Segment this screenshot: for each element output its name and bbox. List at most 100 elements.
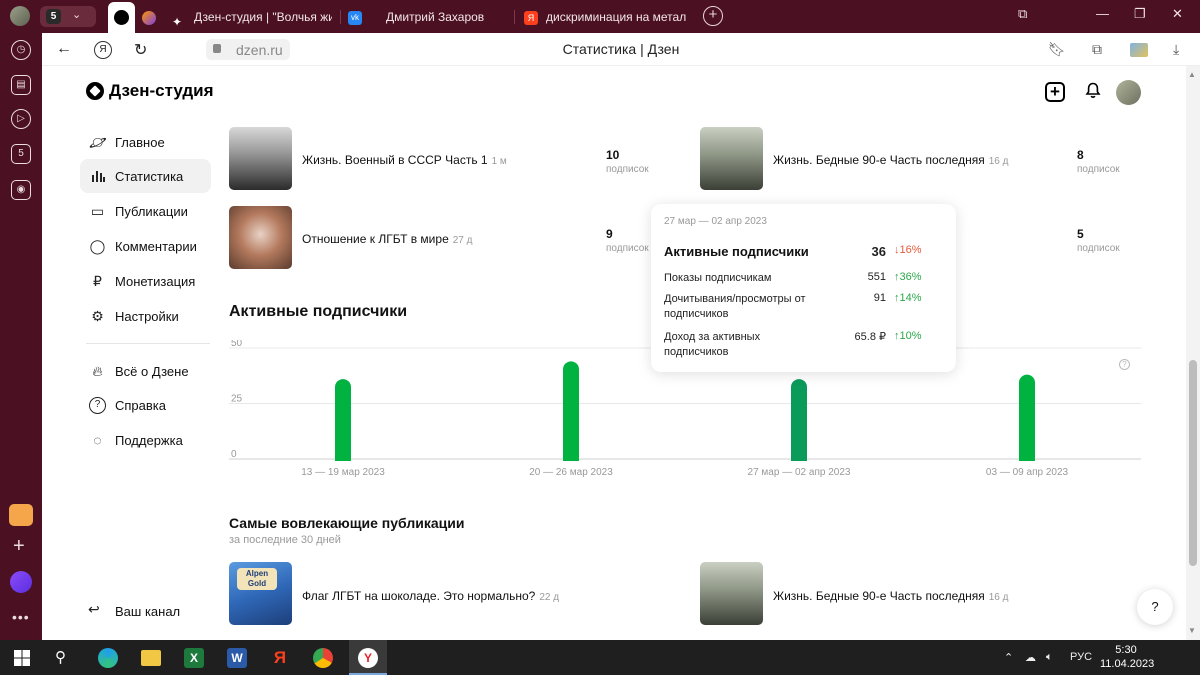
- sidebar-item-support[interactable]: ◌ Поддержка: [80, 423, 211, 457]
- file-explorer-icon[interactable]: [141, 650, 161, 666]
- tooltip-label: Показы подписчикам: [664, 272, 772, 284]
- publication-item[interactable]: Жизнь. Военный в СССР Часть 11 м: [229, 127, 579, 191]
- speaker-icon[interactable]: 🔈︎: [1046, 651, 1053, 664]
- scroll-down-icon[interactable]: ▼: [1188, 626, 1196, 635]
- chart-bar-base: [563, 451, 579, 461]
- taskbar-active-app[interactable]: Y: [349, 640, 387, 675]
- chevron-up-icon[interactable]: ⌃: [1004, 651, 1013, 664]
- tab-group-pill[interactable]: 5 ⌄: [40, 6, 96, 27]
- taskbar-clock[interactable]: 5:30 11.04.2023: [1100, 643, 1154, 671]
- publication-thumbnail: [700, 562, 763, 625]
- sidebar-item-monetization[interactable]: ₽ Монетизация: [80, 264, 211, 298]
- tab-label: Дмитрий Захаров: [386, 10, 485, 24]
- excel-icon[interactable]: X: [184, 648, 204, 668]
- tab-divider: [340, 10, 341, 24]
- return-arrow-icon: ↩: [88, 601, 100, 617]
- tooltip-label: Активные подписчики: [664, 244, 809, 259]
- sidebar-item-publications[interactable]: ▭ Публикации: [80, 194, 211, 228]
- word-icon[interactable]: W: [227, 648, 247, 668]
- extensions-icon[interactable]: ⧉: [1092, 41, 1102, 58]
- close-button[interactable]: ✕: [1172, 6, 1183, 22]
- x-tick-label: 20 — 26 мар 2023: [529, 467, 613, 478]
- network-icon[interactable]: ☁: [1025, 651, 1036, 664]
- tooltip-label: Дочитывания/просмотры от подписчиков: [664, 293, 806, 320]
- minimize-button[interactable]: —: [1096, 6, 1109, 21]
- tooltip-delta-value: 16%: [899, 244, 922, 256]
- sidebar-item-help[interactable]: ? Справка: [80, 388, 211, 422]
- sidebar-item-label: Поддержка: [115, 433, 183, 448]
- publication-age: 27 д: [452, 235, 473, 246]
- collections-icon[interactable]: ▤: [11, 75, 31, 95]
- search-icon[interactable]: ⚲: [55, 648, 75, 668]
- subscriber-count: 5 подписок: [1077, 227, 1120, 254]
- x-tick-label: 03 — 09 апр 2023: [986, 467, 1069, 478]
- download-icon[interactable]: ⤓: [1173, 41, 1179, 58]
- publication-item[interactable]: Жизнь. Бедные 90-е Часть последняя 16 д: [700, 562, 1100, 626]
- publication-thumbnail: [700, 127, 763, 190]
- publication-thumbnail: [229, 206, 292, 269]
- tab-manager-icon[interactable]: ⧉: [1018, 6, 1027, 22]
- sidebar-item-label: Главное: [115, 135, 165, 150]
- subscriber-count: 10 подписок: [606, 148, 649, 175]
- tab-vk[interactable]: vk Дмитрий Захаров: [348, 6, 508, 28]
- add-panel-icon[interactable]: +: [13, 535, 25, 558]
- chart-bar: [563, 361, 579, 461]
- tab-pinned-dzen[interactable]: [108, 2, 135, 33]
- edge-icon[interactable]: [98, 648, 118, 668]
- sidebar-item-label: Публикации: [115, 204, 188, 219]
- language-indicator[interactable]: РУС: [1070, 651, 1092, 663]
- bookmark-icon[interactable]: 🔖︎: [1048, 41, 1066, 58]
- mail-icon[interactable]: [9, 504, 33, 526]
- gear-icon: ⚙: [91, 308, 104, 324]
- screenshot-icon[interactable]: ◉: [11, 180, 31, 200]
- create-publication-button[interactable]: +: [1045, 82, 1065, 102]
- sidebar-item-statistics[interactable]: Статистика: [80, 159, 211, 193]
- yandex-icon[interactable]: Я: [270, 648, 290, 668]
- windows-start-icon[interactable]: [12, 648, 32, 668]
- tooltip-value: 65.8 ₽: [854, 331, 886, 343]
- publication-item[interactable]: Alpen Gold Флаг ЛГБТ на шоколаде. Это но…: [229, 562, 629, 626]
- bell-icon[interactable]: [1085, 82, 1101, 99]
- sidebar-item-settings[interactable]: ⚙ Настройки: [80, 299, 211, 333]
- engaging-section-title: Самые вовлекающие публикации: [229, 515, 465, 531]
- chart-bar: [1019, 374, 1035, 461]
- history-icon[interactable]: ◷: [11, 40, 31, 60]
- publication-item[interactable]: Жизнь. Бедные 90-е Часть последняя 16 д: [700, 127, 1050, 191]
- sidebar-item-label: Монетизация: [115, 274, 196, 289]
- extension-image-icon[interactable]: [1130, 43, 1148, 57]
- help-icon[interactable]: ?: [1119, 359, 1130, 370]
- your-channel-label: Ваш канал: [115, 604, 181, 619]
- publication-age: 22 д: [539, 592, 560, 603]
- brand-title[interactable]: Дзен-студия: [109, 81, 214, 101]
- tooltip-label: Доход за активных подписчиков: [664, 331, 761, 358]
- sidebar-item-about-dzen[interactable]: 🔥︎ Всё о Дзене: [80, 354, 211, 388]
- user-avatar[interactable]: [1116, 80, 1141, 105]
- scroll-up-icon[interactable]: ▲: [1188, 70, 1196, 79]
- profile-avatar[interactable]: [10, 6, 30, 26]
- sidebar-item-main[interactable]: 🪐︎ Главное: [80, 125, 211, 159]
- restore-button[interactable]: ❐: [1134, 6, 1146, 22]
- tab-yandex-search[interactable]: Ядискриминация на метал: [524, 6, 694, 28]
- more-icon[interactable]: •••: [12, 609, 30, 625]
- tab-dzen-studio[interactable]: ✦ Дзен-студия | "Волчья жи: [172, 6, 332, 28]
- question-icon: ?: [89, 397, 106, 414]
- chart-bar: [335, 379, 351, 461]
- dzen-logo-icon[interactable]: [86, 82, 104, 100]
- sidebar-item-comments[interactable]: ◯ Комментарии: [80, 229, 211, 263]
- publication-title: Флаг ЛГБТ на шоколаде. Это нормально?: [302, 589, 536, 603]
- new-tab-button[interactable]: +: [703, 6, 723, 26]
- play-icon[interactable]: ▷: [11, 109, 31, 129]
- publication-item[interactable]: Отношение к ЛГБТ в мире 27 д: [229, 206, 579, 270]
- alice-assistant-icon[interactable]: [10, 571, 32, 593]
- scrollbar-thumb[interactable]: [1189, 360, 1197, 566]
- subscriber-count: 8 подписок: [1077, 148, 1120, 175]
- support-icon: ◌: [93, 432, 102, 448]
- chrome-icon[interactable]: [313, 648, 333, 668]
- chevron-down-icon: ⌄: [72, 9, 82, 21]
- bar-chart-icon: [89, 168, 106, 185]
- tab-count-icon[interactable]: 5: [11, 144, 31, 164]
- publication-age: 1 м: [491, 156, 507, 167]
- help-button[interactable]: ?: [1137, 589, 1173, 625]
- tooltip-value: 91: [873, 292, 886, 304]
- tab-firefox-icon[interactable]: [142, 6, 160, 28]
